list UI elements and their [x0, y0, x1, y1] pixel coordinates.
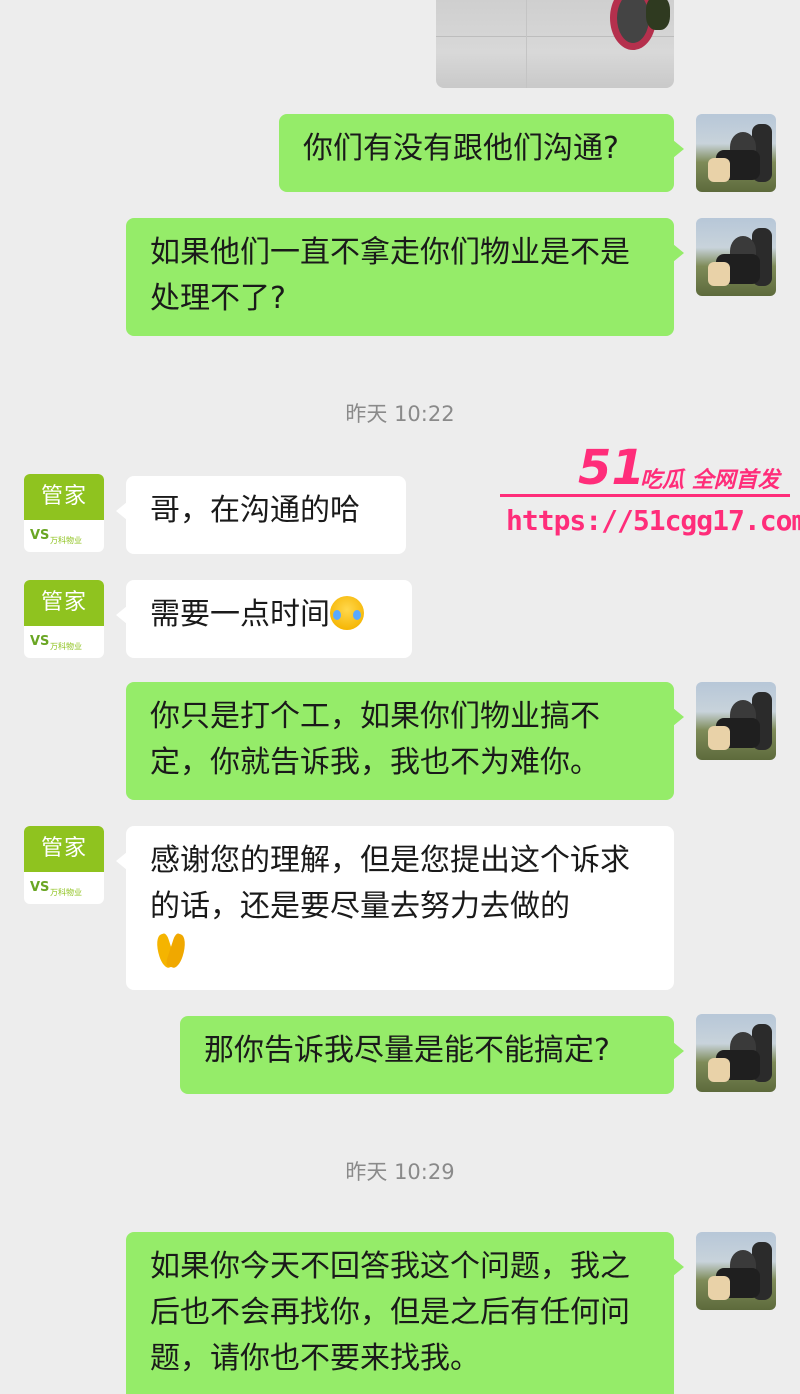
- message-text: 如果他们一直不拿走你们物业是不是处理不了?: [150, 235, 630, 316]
- message-text: 哥，在沟通的哈: [150, 493, 360, 528]
- watermark-tagline: 吃瓜 全网首发: [640, 468, 780, 493]
- message-bubble-received[interactable]: 需要一点时间: [116, 580, 412, 658]
- image-message[interactable]: [436, 0, 674, 88]
- user-avatar[interactable]: [696, 682, 776, 760]
- message-bubble-sent[interactable]: 如果他们一直不拿走你们物业是不是处理不了?: [126, 218, 684, 336]
- message-bubble-sent[interactable]: 那你告诉我尽量是能不能搞定?: [180, 1016, 684, 1094]
- message-bubble-received[interactable]: 感谢您的理解，但是您提出这个诉求的话，还是要尽量去努力去做的: [116, 826, 674, 990]
- message-bubble-sent[interactable]: 如果你今天不回答我这个问题，我之后也不会再找你，但是之后有任何问题，请你也不要来…: [126, 1232, 684, 1394]
- message-text: 你们有没有跟他们沟通?: [303, 131, 619, 166]
- vanke-logo-icon: VS: [30, 880, 50, 895]
- message-bubble-sent[interactable]: 你只是打个工，如果你们物业搞不定，你就告诉我，我也不为难你。: [126, 682, 684, 800]
- vanke-logo-icon: VS: [30, 528, 50, 543]
- praying-hands-icon: [150, 932, 190, 968]
- agent-brand-text: 万科物业: [50, 888, 82, 897]
- message-text: 感谢您的理解，但是您提出这个诉求的话，还是要尽量去努力去做的: [150, 843, 630, 924]
- message-text: 需要一点时间: [150, 597, 330, 632]
- message-text: 如果你今天不回答我这个问题，我之后也不会再找你，但是之后有任何问题，请你也不要来…: [150, 1249, 630, 1376]
- watermark-url: https://51cgg17.com: [506, 504, 800, 537]
- timestamp: 昨天 10:22: [345, 402, 455, 426]
- user-avatar[interactable]: [696, 114, 776, 192]
- vanke-logo-icon: VS: [30, 634, 50, 649]
- agent-avatar[interactable]: 管家 VS 万科物业: [24, 826, 104, 904]
- timestamp: 昨天 10:29: [345, 1160, 455, 1184]
- photo-floor-line: [526, 0, 527, 88]
- agent-avatar-label: 管家: [24, 580, 104, 626]
- message-bubble-sent[interactable]: 你们有没有跟他们沟通?: [279, 114, 684, 192]
- user-avatar[interactable]: [696, 1014, 776, 1092]
- user-avatar[interactable]: [696, 1232, 776, 1310]
- photo-stroller-part: [646, 0, 670, 30]
- agent-brand-text: 万科物业: [50, 642, 82, 651]
- agent-brand-text: 万科物业: [50, 536, 82, 545]
- user-avatar[interactable]: [696, 218, 776, 296]
- watermark-divider: [500, 494, 790, 497]
- agent-avatar[interactable]: 管家 VS 万科物业: [24, 580, 104, 658]
- message-bubble-received[interactable]: 哥，在沟通的哈: [116, 476, 406, 554]
- agent-avatar-label: 管家: [24, 826, 104, 872]
- message-text: 那你告诉我尽量是能不能搞定?: [204, 1033, 610, 1068]
- agent-avatar-label: 管家: [24, 474, 104, 520]
- watermark-brand: 51: [578, 440, 645, 496]
- crying-face-icon: [330, 596, 364, 630]
- agent-avatar[interactable]: 管家 VS 万科物业: [24, 474, 104, 552]
- message-text: 你只是打个工，如果你们物业搞不定，你就告诉我，我也不为难你。: [150, 699, 600, 780]
